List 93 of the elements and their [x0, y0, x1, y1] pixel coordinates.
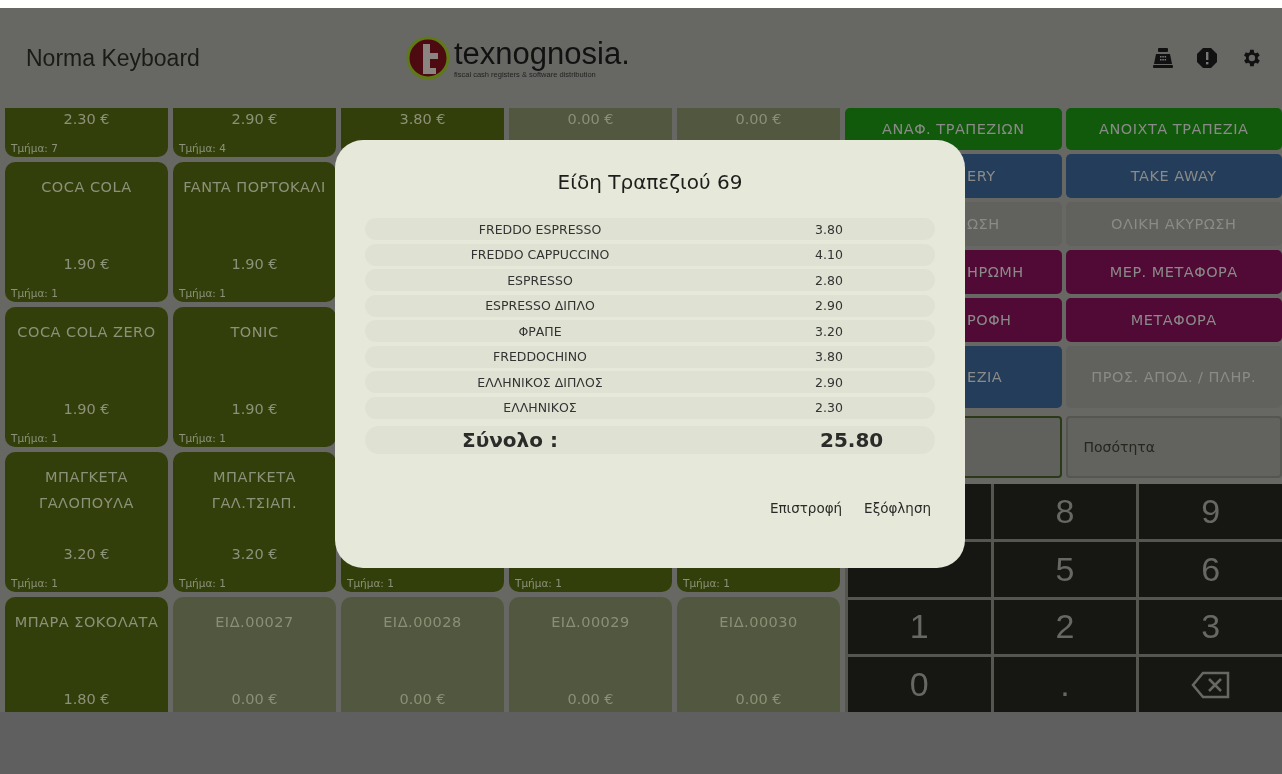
item-name: ESPRESSO ΔΙΠΛΟ: [484, 298, 596, 313]
product-price: 1.90 €: [62, 255, 111, 274]
product-price: 1.90 €: [62, 400, 111, 419]
quantity-field[interactable]: Ποσότητα: [1065, 416, 1282, 478]
item-price: 3.20: [815, 323, 843, 339]
product-price: 1.80 €: [62, 690, 111, 709]
item-name: ΕΛΛΗΝΙΚΟΣ ΔΙΠΛΟΣ: [476, 374, 604, 390]
product-name: TONIC: [229, 323, 280, 342]
product-price: 1.90 €: [230, 255, 279, 274]
product-name: ΕΙΔ.00030: [718, 613, 799, 632]
dialog-button[interactable]: Εξόφληση: [860, 494, 935, 522]
product-name: ΕΙΔ.00029: [550, 613, 631, 632]
action-button[interactable]: ΜΕΤΑΦΟΡΑ: [1065, 298, 1282, 342]
keypad-key[interactable]: 0: [848, 657, 991, 712]
product-price: 0.00 €: [566, 690, 615, 709]
product-name: COCA COLA: [40, 178, 133, 197]
item-name: ΦΡΑΠΕ: [517, 323, 563, 339]
product-price: 0.00 €: [230, 690, 279, 709]
app-title: Norma Keyboard: [26, 44, 201, 72]
product-tile[interactable]: 2.90 € Τμήμα: 4: [173, 108, 336, 157]
product-price: 0.00 €: [398, 690, 447, 709]
product-department: Τμήμα: 1: [346, 577, 394, 591]
product-price: 3.20 €: [230, 545, 279, 564]
item-name: ESPRESSO: [506, 272, 574, 288]
product-department: Τμήμα: 1: [10, 287, 58, 301]
product-name: ΜΠΑΓΚΕΤΑ ΓΑΛΟΠΟΥΛΑ: [38, 468, 135, 513]
product-tile[interactable]: COCA COLA 1.90 € Τμήμα: 1: [5, 162, 168, 302]
item-price: 4.10: [815, 247, 843, 262]
keypad-key[interactable]: .: [993, 657, 1137, 712]
backspace-key[interactable]: [1139, 657, 1282, 712]
total-value: 25.80: [820, 428, 884, 452]
action-button[interactable]: ΜΕΡ. ΜΕΤΑΦΟΡΑ: [1065, 250, 1282, 294]
item-price: 2.90: [815, 374, 843, 390]
item-price: 2.30: [815, 400, 843, 415]
action-button[interactable]: ΑΝΟΙΧΤΑ ΤΡΑΠΕΖΙΑ: [1065, 108, 1282, 150]
empty-product-tile[interactable]: ΕΙΔ.00027 0.00 €: [173, 597, 336, 712]
product-name: ΜΠΑΡΑ ΣΟΚΟΛΑΤΑ: [13, 613, 160, 632]
keypad-key[interactable]: 3: [1139, 599, 1282, 655]
product-name: FANTA ΠΟΡΤΟΚΑΛΙ: [182, 178, 327, 197]
product-price: 1.90 €: [230, 400, 279, 419]
product-tile[interactable]: FANTA ΠΟΡΤΟΚΑΛΙ 1.90 € Τμήμα: 1: [173, 162, 336, 302]
product-department: Τμήμα: 7: [10, 142, 58, 156]
logo-icon: [406, 36, 450, 80]
item-name: ΕΛΛΗΝΙΚΟΣ: [502, 400, 578, 415]
alert-icon[interactable]: [1196, 47, 1218, 69]
product-department: Τμήμα: 1: [514, 577, 562, 591]
action-button[interactable]: TAKE AWAY: [1065, 154, 1282, 198]
product-name: ΜΠΑΓΚΕΤΑ ΓΑΛ.ΤΣΙΑΠ.: [210, 468, 299, 513]
dialog-button[interactable]: Επιστροφή: [765, 494, 847, 522]
product-department: Τμήμα: 4: [178, 142, 226, 156]
product-name: ΕΙΔ.00028: [382, 613, 463, 632]
keypad-key[interactable]: 1: [848, 599, 991, 655]
item-name: FREDDO CAPPUCCINO: [469, 247, 611, 262]
product-department: Τμήμα: 1: [178, 577, 226, 591]
cash-register-icon[interactable]: [1152, 47, 1174, 69]
product-name: ΕΙΔ.00027: [214, 613, 295, 632]
item-price: 2.90: [815, 298, 843, 313]
product-department: Τμήμα: 1: [178, 287, 226, 301]
product-tile[interactable]: ΜΠΑΡΑ ΣΟΚΟΛΑΤΑ 1.80 €: [5, 597, 168, 712]
keypad-key[interactable]: 9: [1139, 484, 1282, 539]
product-price: 3.20 €: [62, 545, 111, 564]
item-price: 3.80: [815, 221, 843, 237]
keypad-key[interactable]: 8: [993, 484, 1137, 539]
product-name: COCA COLA ZERO: [16, 323, 157, 342]
product-tile[interactable]: ΜΠΑΓΚΕΤΑ ΓΑΛΟΠΟΥΛΑ 3.20 € Τμήμα: 1: [5, 452, 168, 592]
product-tile[interactable]: 2.30 € Τμήμα: 7: [5, 108, 168, 157]
item-name: FREDDO ESPRESSO: [477, 221, 603, 237]
logo-wordmark: texnognosia.: [454, 37, 630, 70]
item-name: FREDDOCHINO: [492, 349, 588, 364]
backspace-icon: [1190, 669, 1231, 700]
item-price: 3.80: [815, 349, 843, 364]
product-price: 2.90 €: [230, 110, 279, 129]
product-price: 0.00 €: [566, 110, 615, 129]
keypad-key[interactable]: 5: [993, 541, 1137, 597]
total-label: Σύνολο :: [461, 428, 559, 452]
keypad-key[interactable]: 2: [993, 599, 1137, 655]
product-price: 0.00 €: [734, 690, 783, 709]
product-tile[interactable]: COCA COLA ZERO 1.90 € Τμήμα: 1: [5, 307, 168, 447]
dialog-title: Είδη Τραπεζιού 69: [556, 170, 744, 194]
product-department: Τμήμα: 1: [10, 577, 58, 591]
product-department: Τμήμα: 1: [10, 432, 58, 446]
item-price: 2.80: [815, 272, 843, 288]
empty-product-tile[interactable]: ΕΙΔ.00030 0.00 €: [677, 597, 840, 712]
product-tile[interactable]: TONIC 1.90 € Τμήμα: 1: [173, 307, 336, 447]
product-price: 3.80 €: [398, 110, 447, 129]
product-department: Τμήμα: 1: [682, 577, 730, 591]
product-department: Τμήμα: 1: [178, 432, 226, 446]
product-price: 0.00 €: [734, 110, 783, 129]
product-tile[interactable]: ΜΠΑΓΚΕΤΑ ΓΑΛ.ΤΣΙΑΠ. 3.20 € Τμήμα: 1: [173, 452, 336, 592]
product-price: 2.30 €: [62, 110, 111, 129]
empty-product-tile[interactable]: ΕΙΔ.00028 0.00 €: [341, 597, 504, 712]
empty-product-tile[interactable]: ΕΙΔ.00029 0.00 €: [509, 597, 672, 712]
keypad-key[interactable]: 6: [1139, 541, 1282, 597]
